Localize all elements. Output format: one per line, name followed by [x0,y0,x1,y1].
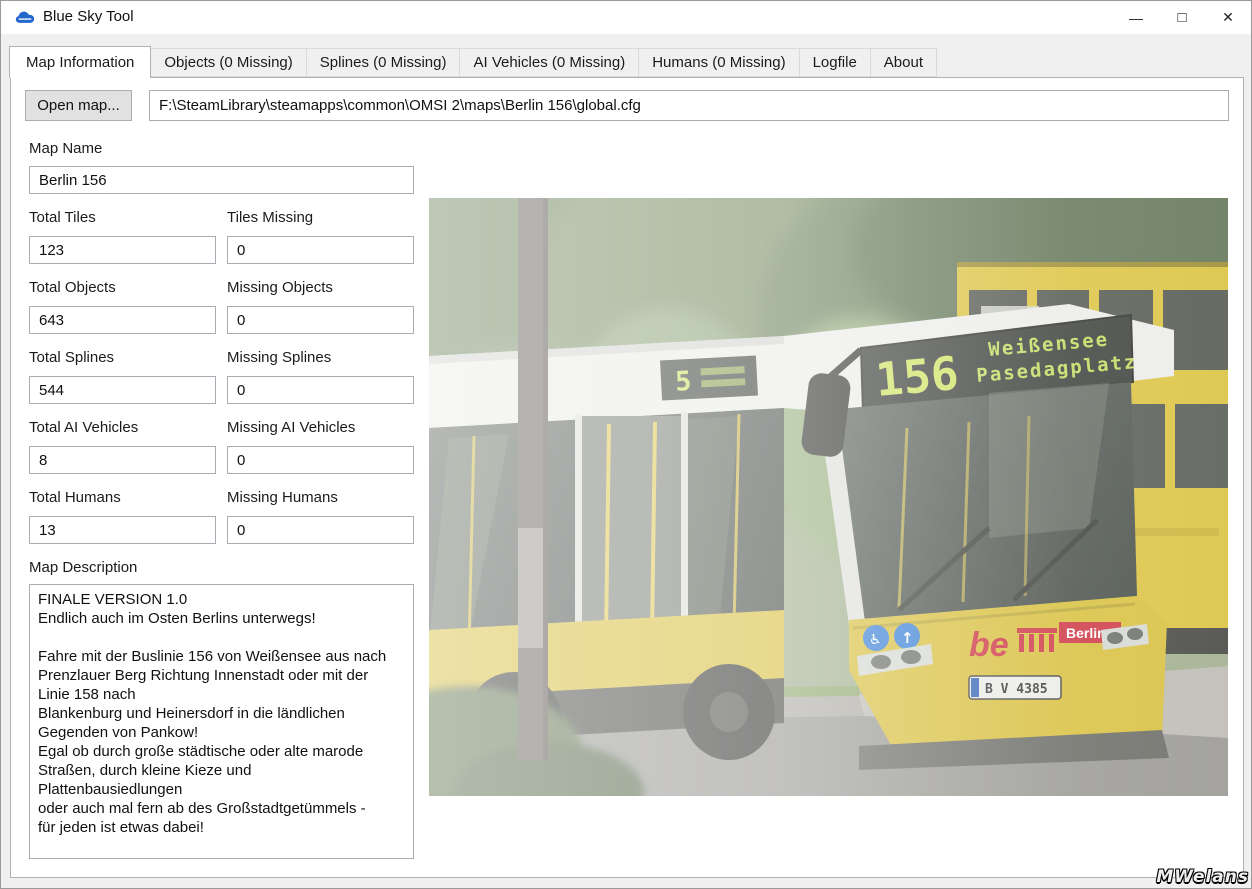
cloud-icon [15,11,35,23]
total-ai-vehicles-label: Total AI Vehicles [29,419,139,436]
tab-strip: Map Information Objects (0 Missing) Spli… [9,46,937,78]
maximize-button[interactable]: □ [1159,1,1205,34]
bus-scene: 5 [429,198,1228,796]
tab-map-information[interactable]: Map Information [9,46,152,78]
map-description-label: Map Description [29,559,138,576]
missing-humans-input[interactable] [227,516,414,544]
tiles-missing-input[interactable] [227,236,414,264]
title-bar[interactable]: Blue Sky Tool — □ ✕ [1,1,1251,34]
missing-splines-input[interactable] [227,376,414,404]
missing-humans-label: Missing Humans [227,489,338,506]
map-name-input[interactable] [29,166,414,194]
map-preview-image: 5 [429,198,1228,796]
tab-humans[interactable]: Humans (0 Missing) [638,48,800,77]
total-humans-label: Total Humans [29,489,121,506]
missing-splines-label: Missing Splines [227,349,332,366]
total-objects-label: Total Objects [29,279,116,296]
map-path-input[interactable] [149,90,1229,121]
map-description-textarea[interactable]: FINALE VERSION 1.0 Endlich auch im Osten… [29,584,414,859]
watermark-signature: MWelans [1156,867,1249,887]
tiles-missing-label: Tiles Missing [227,209,314,226]
missing-objects-label: Missing Objects [227,279,333,296]
missing-ai-vehicles-label: Missing AI Vehicles [227,419,356,436]
tab-ai-vehicles[interactable]: AI Vehicles (0 Missing) [459,48,640,77]
total-objects-input[interactable] [29,306,216,334]
missing-ai-vehicles-input[interactable] [227,446,414,474]
total-tiles-label: Total Tiles [29,209,96,226]
open-map-button[interactable]: Open map... [25,90,132,121]
missing-objects-input[interactable] [227,306,414,334]
total-humans-input[interactable] [29,516,216,544]
total-tiles-input[interactable] [29,236,216,264]
tab-objects[interactable]: Objects (0 Missing) [150,48,307,77]
close-button[interactable]: ✕ [1205,1,1251,34]
tab-logfile[interactable]: Logfile [798,48,871,77]
tab-splines[interactable]: Splines (0 Missing) [305,48,461,77]
map-name-label: Map Name [29,140,103,157]
app-window: Blue Sky Tool — □ ✕ Map Information Obje… [0,0,1252,889]
window-title: Blue Sky Tool [43,8,134,25]
haze-overlay [429,198,1228,796]
total-ai-vehicles-input[interactable] [29,446,216,474]
total-splines-label: Total Splines [29,349,115,366]
total-splines-input[interactable] [29,376,216,404]
tab-about[interactable]: About [869,48,937,77]
minimize-button[interactable]: — [1113,1,1159,34]
map-information-page: Open map... Map Name Total Tiles Tiles M… [10,77,1244,878]
